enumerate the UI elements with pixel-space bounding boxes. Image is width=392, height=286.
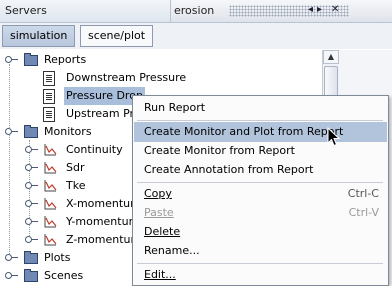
menu-label: Create Monitor from Report	[144, 144, 295, 157]
tab-scene-plot[interactable]: scene/plot	[80, 25, 154, 47]
tree-label: Upstream Pr	[66, 107, 135, 120]
menu-separator	[137, 120, 383, 121]
tree-label: X-momentum	[66, 197, 141, 210]
tree-label: Downstream Pressure	[66, 71, 187, 84]
expand-icon[interactable]	[25, 200, 38, 207]
menu-label: Edit...	[144, 268, 176, 281]
window-label: erosion	[174, 4, 215, 17]
scroll-left-icon[interactable]: ◂	[308, 4, 313, 15]
folder-icon	[24, 251, 38, 264]
monitor-icon	[44, 234, 57, 246]
tree-label: Tke	[66, 179, 86, 192]
scroll-up-button[interactable]: ▲	[323, 50, 339, 64]
menu-item-edit[interactable]: Edit...	[134, 265, 387, 285]
menu-separator	[137, 263, 383, 264]
mouse-cursor-icon	[327, 127, 341, 147]
expand-icon[interactable]	[5, 254, 18, 261]
tree-label-monitors: Monitors	[44, 125, 92, 138]
expand-icon[interactable]	[5, 128, 18, 135]
menu-label: Delete	[144, 225, 181, 238]
monitor-icon	[44, 198, 57, 210]
expand-icon[interactable]	[5, 56, 18, 63]
monitor-icon	[44, 144, 57, 156]
menu-label: Paste	[144, 206, 174, 219]
expand-icon[interactable]	[25, 236, 38, 243]
expand-icon[interactable]	[25, 164, 38, 171]
tree-label-reports: Reports	[44, 53, 87, 66]
menu-label: Create Monitor and Plot from Report	[144, 125, 344, 138]
report-icon	[43, 71, 55, 86]
menu-item-paste[interactable]: Paste Ctrl-V	[134, 203, 387, 223]
expand-icon[interactable]	[5, 272, 18, 279]
title-bar: Servers erosion ◂ ▸ ✕	[0, 0, 392, 23]
folder-icon	[24, 125, 38, 138]
folder-icon	[24, 269, 38, 282]
tree-label: Continuity	[66, 143, 123, 156]
tab-bar: simulation scene/plot	[0, 23, 392, 49]
expand-icon[interactable]	[25, 182, 38, 189]
tree-label-plots: Plots	[44, 251, 71, 264]
menu-label: Copy	[144, 187, 172, 200]
expand-icon[interactable]	[25, 218, 38, 225]
menu-shortcut: Ctrl-C	[347, 187, 379, 200]
folder-icon	[24, 53, 38, 66]
monitor-icon	[44, 216, 57, 228]
tree-node-reports[interactable]: Reports	[0, 51, 320, 69]
expand-icon[interactable]	[25, 146, 38, 153]
menu-item-copy[interactable]: Copy Ctrl-C	[134, 184, 387, 204]
close-icon[interactable]: ✕	[331, 4, 339, 15]
menu-label: Rename...	[144, 244, 200, 257]
menu-separator	[137, 182, 383, 183]
scroll-right-icon[interactable]: ▸	[317, 4, 322, 15]
tree-label: Sdr	[66, 161, 85, 174]
menu-item-create-monitor-and-plot[interactable]: Create Monitor and Plot from Report	[134, 122, 387, 142]
tree-label: Y-momentum	[66, 215, 140, 228]
context-menu: Run Report Create Monitor and Plot from …	[132, 95, 389, 286]
panel-title: Servers	[5, 4, 47, 17]
menu-shortcut: Ctrl-V	[348, 206, 379, 219]
menu-item-run-report[interactable]: Run Report	[134, 98, 387, 118]
menu-item-delete[interactable]: Delete	[134, 222, 387, 242]
tree-item-report[interactable]: Downstream Pressure	[0, 69, 320, 87]
menu-item-create-monitor[interactable]: Create Monitor from Report	[134, 141, 387, 161]
menu-item-rename[interactable]: Rename...	[134, 241, 387, 261]
menu-label: Create Annotation from Report	[144, 163, 314, 176]
servers-panel-title: Servers	[0, 0, 171, 22]
tree-label: Z-momentum	[66, 233, 142, 246]
report-icon	[43, 89, 55, 104]
menu-label: Run Report	[144, 101, 206, 114]
menu-item-create-annotation[interactable]: Create Annotation from Report	[134, 160, 387, 180]
tree-label-scenes: Scenes	[44, 269, 84, 282]
tab-simulation[interactable]: simulation	[2, 25, 76, 47]
report-icon	[43, 107, 55, 122]
monitor-icon	[44, 180, 57, 192]
window-title-area[interactable]: erosion ◂ ▸ ✕	[171, 0, 392, 22]
monitor-icon	[44, 162, 57, 174]
